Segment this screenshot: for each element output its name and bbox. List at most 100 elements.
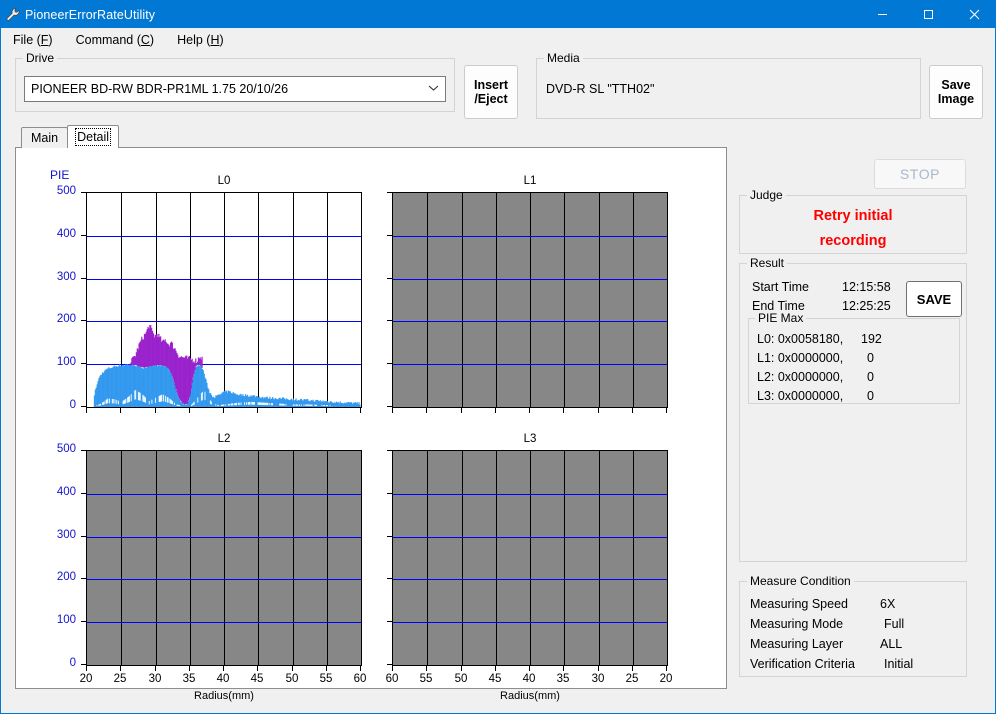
x-axis-label: 50 xyxy=(285,673,299,685)
pie-max-row-l0-label: L0: 0x0058180, xyxy=(757,332,844,346)
y-axis-tick xyxy=(81,493,86,494)
x-axis-tick xyxy=(495,666,496,671)
y-axis-label: 300 xyxy=(56,529,76,541)
start-time-label: Start Time xyxy=(752,280,809,294)
y-axis-tick xyxy=(81,578,86,579)
pie-max-row-l0-value: 192 xyxy=(861,332,882,346)
x-axis-tick xyxy=(292,408,293,413)
x-axis-label: 50 xyxy=(454,673,468,685)
grid-line-horizontal xyxy=(393,236,667,237)
pie-max-row-l2-label: L2: 0x0000000, xyxy=(757,370,844,384)
x-axis-title: Radius(mm) xyxy=(500,690,560,702)
x-axis-tick xyxy=(326,408,327,413)
measure-condition-group-label: Measure Condition xyxy=(747,574,854,588)
save-result-button[interactable]: SAVE xyxy=(906,281,962,317)
x-axis-tick xyxy=(86,408,87,413)
media-group-label: Media xyxy=(544,51,583,65)
y-axis-label: 500 xyxy=(56,443,76,455)
x-axis-label: 60 xyxy=(353,673,367,685)
grid-line-vertical xyxy=(564,193,565,407)
verification-criteria-value: Initial xyxy=(884,657,914,671)
chart-title-l1: L1 xyxy=(523,175,537,187)
x-axis-tick xyxy=(598,666,599,671)
menu-bar: File (F) Command (C) Help (H) xyxy=(1,28,996,52)
y-axis-tick xyxy=(387,664,392,665)
menu-item-file[interactable]: File (F) xyxy=(1,30,64,50)
menu-item-command[interactable]: Command (C) xyxy=(64,30,166,50)
maximize-button[interactable] xyxy=(905,1,951,28)
y-axis-label: 100 xyxy=(56,356,76,368)
x-axis-label: 55 xyxy=(419,673,433,685)
grid-line-horizontal xyxy=(393,494,667,495)
tab-main-label: Main xyxy=(31,131,59,145)
measure-condition-group: Measure Condition Measuring Speed 6X Mea… xyxy=(739,574,967,677)
x-axis-label: 20 xyxy=(79,673,93,685)
x-axis-label: 25 xyxy=(625,673,639,685)
insert-eject-button[interactable]: Insert /Eject xyxy=(464,65,518,119)
x-axis-label: 55 xyxy=(319,673,333,685)
insert-eject-line2: /Eject xyxy=(474,92,508,106)
series-plot xyxy=(93,324,361,407)
y-axis-label: 400 xyxy=(56,228,76,240)
x-axis-title: Radius(mm) xyxy=(194,690,254,702)
grid-line-horizontal xyxy=(87,494,361,495)
x-axis-label: 35 xyxy=(182,673,196,685)
drive-select[interactable]: PIONEER BD-RW BDR-PR1ML 1.75 20/10/26 xyxy=(24,76,446,102)
pie-max-row-l3-value: 0 xyxy=(867,389,874,403)
grid-line-vertical xyxy=(327,451,328,665)
x-axis-tick xyxy=(326,666,327,671)
x-axis-label: 40 xyxy=(216,673,230,685)
y-axis-tick xyxy=(81,320,86,321)
y-axis-label: 400 xyxy=(56,486,76,498)
y-axis-tick xyxy=(387,235,392,236)
drive-group: Drive PIONEER BD-RW BDR-PR1ML 1.75 20/10… xyxy=(15,51,455,112)
x-axis-tick xyxy=(155,666,156,671)
judge-group-label: Judge xyxy=(747,188,786,202)
window-title: PioneerErrorRateUtility xyxy=(25,7,156,22)
y-axis-tick xyxy=(387,536,392,537)
y-axis-label: 500 xyxy=(56,185,76,197)
x-axis-tick xyxy=(426,408,427,413)
chart-panel-l3: L3 60 55 50 45 40 35 30 25 20 Radius(mm) xyxy=(386,433,673,702)
x-axis-tick xyxy=(495,408,496,413)
x-axis-tick xyxy=(632,666,633,671)
save-image-line1: Save xyxy=(941,78,971,92)
grid-line-vertical xyxy=(293,451,294,665)
x-axis-tick xyxy=(529,408,530,413)
y-axis-tick xyxy=(81,450,86,451)
grid-line-vertical xyxy=(190,451,191,665)
tab-strip: Main Detail xyxy=(21,125,120,148)
grid-line-vertical xyxy=(530,193,531,407)
detail-tab-panel: PIE L0 0 100 200 300 400 500 L1 L2 0 100 200 300 400 5… xyxy=(15,147,727,702)
grid-line-vertical xyxy=(121,451,122,665)
menu-item-help[interactable]: Help (H) xyxy=(165,30,235,50)
x-axis-label: 35 xyxy=(556,673,570,685)
grid-line-vertical xyxy=(427,451,428,665)
x-axis-tick xyxy=(360,408,361,413)
minimize-button[interactable] xyxy=(859,1,905,28)
grid-line-vertical xyxy=(564,451,565,665)
save-image-button[interactable]: Save Image xyxy=(929,65,983,119)
x-axis-tick xyxy=(529,666,530,671)
y-axis-label: 100 xyxy=(56,614,76,626)
tab-main[interactable]: Main xyxy=(21,127,69,148)
y-axis-tick xyxy=(81,406,86,407)
close-button[interactable] xyxy=(951,1,996,28)
stop-button[interactable]: STOP xyxy=(874,159,966,189)
x-axis-label: 25 xyxy=(113,673,127,685)
y-axis-tick xyxy=(387,278,392,279)
y-axis-tick xyxy=(81,278,86,279)
y-axis-label: 200 xyxy=(56,313,76,325)
plot-area-l2 xyxy=(86,450,362,666)
tab-detail[interactable]: Detail xyxy=(67,125,120,148)
chevron-down-icon xyxy=(421,84,445,94)
grid-line-vertical xyxy=(427,193,428,407)
x-axis-label: 40 xyxy=(522,673,536,685)
window-controls xyxy=(859,1,996,28)
grid-line-horizontal xyxy=(87,622,361,623)
grid-line-vertical xyxy=(156,451,157,665)
y-axis-tick xyxy=(387,406,392,407)
y-axis-label: 300 xyxy=(56,271,76,283)
measuring-layer-label: Measuring Layer xyxy=(750,637,844,651)
x-axis-tick xyxy=(189,408,190,413)
